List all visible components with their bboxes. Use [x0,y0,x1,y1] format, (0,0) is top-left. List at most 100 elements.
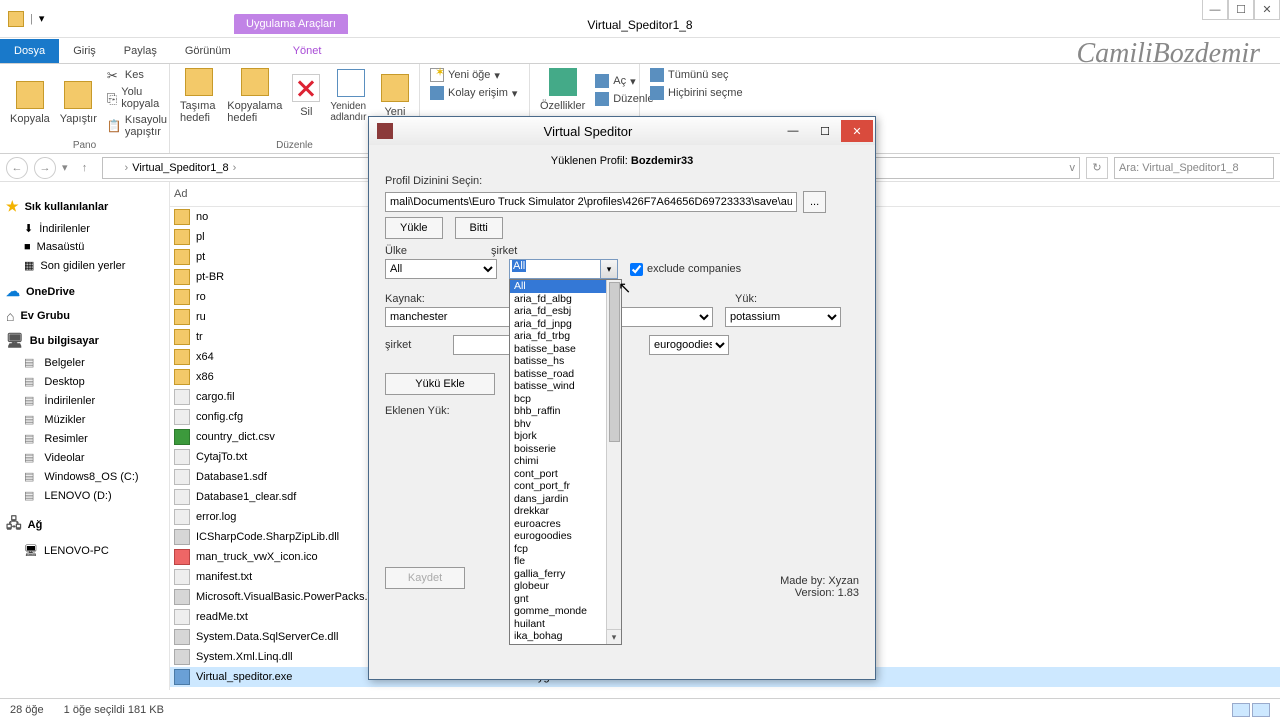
copy-path-button[interactable]: Yolu kopyala [107,86,167,110]
dropdown-option[interactable]: batisse_base [510,343,621,356]
nav-item[interactable]: İndirilenler [6,391,163,410]
easy-access-button[interactable]: Kolay erişim ▾ [430,86,517,100]
dropdown-option[interactable]: gallia_ferry [510,568,621,581]
source-input[interactable] [385,307,511,327]
copy-to-button[interactable]: Kopyalama hedefi [227,68,282,124]
dropdown-option[interactable]: gomme_monde [510,605,621,618]
nav-item[interactable]: LENOVO (D:) [6,486,163,505]
dropdown-option[interactable]: aria_fd_esbj [510,305,621,318]
nav-item[interactable]: Videolar [6,448,163,467]
view-details-button[interactable] [1232,703,1250,717]
dropdown-scrollbar[interactable] [606,280,621,644]
load-button[interactable]: Yükle [385,217,443,239]
nav-item[interactable]: Desktop [6,372,163,391]
dropdown-option[interactable]: huilant [510,618,621,631]
exclude-checkbox-input[interactable] [630,263,643,276]
country-select[interactable]: All [385,259,497,279]
maximize-button[interactable]: ☐ [1228,0,1254,20]
dropdown-option[interactable]: ika_bohag [510,630,621,643]
nav-up-button[interactable]: ↑ [74,157,96,179]
tab-file[interactable]: Dosya [0,39,59,63]
nav-recent[interactable]: ▦Son gidilen yerler [6,256,163,275]
delete-button[interactable]: Sil [292,74,320,118]
nav-homegroup[interactable]: ⌂Ev Grubu [6,308,163,324]
copy-button[interactable]: Kopyala [10,81,50,125]
dropdown-option[interactable]: gnt [510,593,621,606]
scrollbar-thumb[interactable] [609,282,620,442]
cargo-select[interactable]: potassium [725,307,841,327]
minimize-button[interactable]: — [1202,0,1228,20]
dropdown-option[interactable]: bhb_raffin [510,405,621,418]
properties-button[interactable]: Özellikler [540,68,585,112]
nav-history-button[interactable]: ▾ [62,161,68,174]
exclude-companies-checkbox[interactable]: exclude companies [630,263,741,276]
dropdown-option[interactable]: All [510,280,621,293]
tab-share[interactable]: Paylaş [110,39,171,63]
nav-item[interactable]: Müzikler [6,410,163,429]
dropdown-option[interactable]: aria_fd_albg [510,293,621,306]
dropdown-option[interactable]: aria_fd_trbg [510,330,621,343]
dropdown-option[interactable]: bcp [510,393,621,406]
breadcrumb-dropdown[interactable]: v [1070,162,1076,174]
nav-item[interactable]: Belgeler [6,353,163,372]
dropdown-option[interactable]: itcc [510,643,621,646]
scrollbar-down-button[interactable] [607,629,621,644]
dropdown-option[interactable]: bjork [510,430,621,443]
dropdown-option[interactable]: bhv [510,418,621,431]
dropdown-option[interactable]: chimi [510,455,621,468]
nav-downloads[interactable]: ⬇İndirilenler [6,219,163,238]
dialog-maximize-button[interactable]: ☐ [809,120,841,142]
dialog-minimize-button[interactable]: — [777,120,809,142]
refresh-button[interactable]: ↻ [1086,157,1108,179]
dropdown-option[interactable]: globeur [510,580,621,593]
company-input[interactable]: All [509,259,601,279]
dropdown-option[interactable]: cont_port_fr [510,480,621,493]
nav-desktop[interactable]: ■Masaüstü [6,238,163,256]
new-button[interactable]: Yeni [381,74,409,118]
cut-button[interactable]: Kes [107,68,167,82]
done-button[interactable]: Bitti [455,217,503,239]
add-cargo-button[interactable]: Yükü Ekle [385,373,495,395]
profile-path-input[interactable] [385,192,797,212]
dropdown-option[interactable]: boisserie [510,443,621,456]
browse-button[interactable]: ... [803,191,826,213]
dropdown-option[interactable]: eurogoodies [510,530,621,543]
dropdown-option[interactable]: dans_jardin [510,493,621,506]
close-button[interactable]: ✕ [1254,0,1280,20]
save-button[interactable]: Kaydet [385,567,465,589]
dest-company-select[interactable]: eurogoodies [649,335,729,355]
company-combobox[interactable]: All Allaria_fd_albgaria_fd_esbjaria_fd_j… [509,259,618,279]
breadcrumb-segment[interactable]: Virtual_Speditor1_8 [132,162,228,174]
nav-item[interactable]: Resimler [6,429,163,448]
dropdown-option[interactable]: fle [510,555,621,568]
nav-thispc[interactable]: 🖥Bu bilgisayar [6,332,163,349]
nav-forward-button[interactable]: → [34,157,56,179]
dialog-close-button[interactable]: ✕ [841,120,873,142]
dropdown-option[interactable]: batisse_wind [510,380,621,393]
tab-home[interactable]: Giriş [59,39,110,63]
company-dropdown-button[interactable] [601,259,618,279]
nav-onedrive[interactable]: ☁OneDrive [6,283,163,300]
search-input[interactable]: Ara: Virtual_Speditor1_8 [1114,157,1274,179]
dropdown-option[interactable]: fcp [510,543,621,556]
dropdown-option[interactable]: drekkar [510,505,621,518]
tab-manage[interactable]: Yönet [279,39,336,63]
view-icons-button[interactable] [1252,703,1270,717]
nav-network[interactable]: 🖧Ağ [6,513,163,537]
paste-shortcut-button[interactable]: Kısayolu yapıştır [107,114,167,138]
new-item-button[interactable]: Yeni öğe ▾ [430,68,500,82]
select-none-button[interactable]: Hiçbirini seçme [650,86,743,100]
source-company-input[interactable] [453,335,511,355]
rename-button[interactable]: Yeniden adlandır [330,69,371,123]
nav-item[interactable]: 🖥LENOVO-PC [6,541,163,560]
dropdown-option[interactable]: batisse_road [510,368,621,381]
tab-view[interactable]: Görünüm [171,39,245,63]
dropdown-option[interactable]: batisse_hs [510,355,621,368]
qat-down[interactable]: ▾ [39,12,45,25]
nav-item[interactable]: Windows8_OS (C:) [6,467,163,486]
dropdown-option[interactable]: cont_port [510,468,621,481]
nav-favorites-header[interactable]: ★Sık kullanılanlar [6,198,163,215]
paste-button[interactable]: Yapıştır [60,81,97,125]
nav-back-button[interactable]: ← [6,157,28,179]
dropdown-option[interactable]: euroacres [510,518,621,531]
